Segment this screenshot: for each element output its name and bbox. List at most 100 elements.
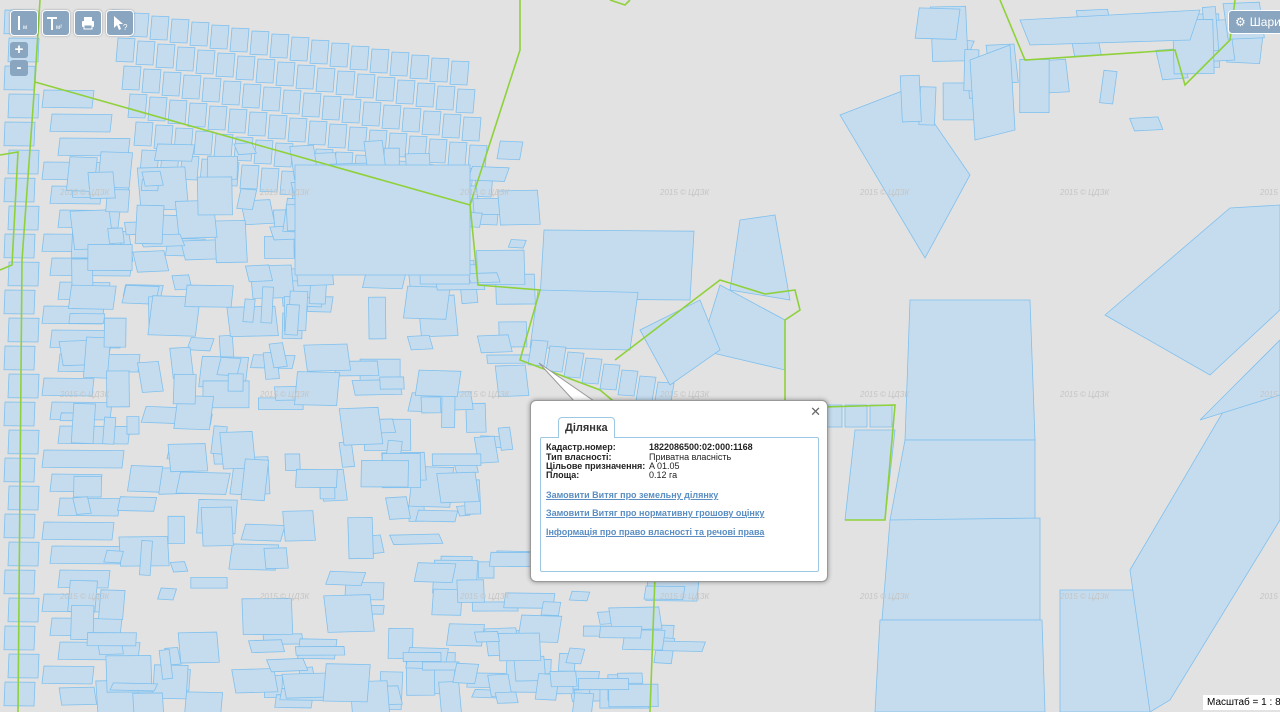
land-parcel[interactable] [69,209,115,251]
land-parcel[interactable] [395,79,416,105]
land-parcel[interactable] [441,113,462,139]
land-parcel[interactable] [375,76,396,102]
land-parcel[interactable] [347,516,374,560]
land-parcel[interactable] [322,663,371,703]
land-parcel[interactable] [301,92,322,118]
land-parcel[interactable] [289,36,310,62]
land-parcel[interactable] [461,116,482,142]
land-parcel[interactable] [49,113,113,133]
land-parcel[interactable] [127,465,164,493]
land-parcel[interactable] [7,653,40,679]
land-parcel[interactable] [282,510,316,542]
zoom-out-button[interactable]: - [10,60,28,76]
tab-parcel[interactable]: Ділянка [558,417,615,438]
land-parcel[interactable] [247,639,286,654]
land-parcel[interactable] [3,289,36,315]
land-parcel[interactable] [420,396,442,414]
land-parcel[interactable] [295,64,316,90]
land-parcel[interactable] [172,373,197,405]
land-parcel[interactable] [73,475,102,498]
land-parcel[interactable] [102,416,117,445]
land-parcel[interactable] [132,250,170,273]
land-parcel[interactable] [403,285,451,320]
land-parcel[interactable] [598,625,643,639]
land-parcel[interactable] [167,515,185,544]
land-parcel[interactable] [889,439,1036,521]
land-parcel[interactable] [58,686,98,706]
land-parcel[interactable] [41,449,125,469]
land-parcel[interactable] [294,646,346,656]
land-parcel[interactable] [247,111,268,137]
land-parcel[interactable] [3,233,36,259]
land-parcel[interactable] [429,57,450,83]
land-parcel[interactable] [413,562,457,584]
land-parcel[interactable] [549,670,578,688]
land-parcel[interactable] [421,661,460,671]
land-parcel[interactable] [577,678,630,691]
land-parcel[interactable] [86,632,137,647]
land-parcel[interactable] [295,468,338,488]
measure-length-button[interactable]: м [10,10,38,36]
land-parcel[interactable] [409,54,430,80]
land-parcel[interactable] [338,406,384,446]
land-parcel[interactable] [260,286,274,324]
land-parcel[interactable] [7,205,40,231]
land-parcel[interactable] [161,71,182,97]
land-parcel[interactable] [206,155,238,180]
land-parcel[interactable] [67,284,117,310]
land-parcel[interactable] [126,416,140,435]
land-parcel[interactable] [303,343,352,372]
cadastral-map[interactable] [0,0,1280,712]
land-parcel[interactable] [127,93,148,119]
land-parcel[interactable] [201,77,222,103]
land-parcel[interactable] [914,7,961,40]
land-parcel[interactable] [255,58,276,84]
land-parcel[interactable] [141,170,164,187]
land-parcel[interactable] [287,117,308,143]
land-parcel[interactable] [385,496,411,520]
land-parcel[interactable] [41,665,95,685]
land-parcel[interactable] [200,506,234,547]
land-parcel[interactable] [175,46,196,72]
land-parcel[interactable] [207,105,228,131]
land-parcel[interactable] [41,521,115,541]
land-parcel[interactable] [389,51,410,77]
land-parcel[interactable] [187,102,208,128]
land-parcel[interactable] [193,130,214,156]
land-parcel[interactable] [496,140,524,161]
land-parcel[interactable] [190,577,228,589]
land-parcel[interactable] [227,373,244,392]
land-parcel[interactable] [874,619,1046,712]
land-parcel[interactable] [635,375,657,403]
land-parcel[interactable] [275,61,296,87]
land-parcel[interactable] [3,345,36,371]
land-parcel[interactable] [240,458,270,502]
land-parcel[interactable] [401,107,422,133]
land-parcel[interactable] [7,373,40,399]
land-parcel[interactable] [281,89,302,115]
land-parcel[interactable] [169,561,189,573]
land-parcel[interactable] [132,692,164,712]
land-parcel[interactable] [540,601,562,616]
land-parcel[interactable] [1129,116,1164,132]
land-parcel[interactable] [449,60,470,86]
order-extract-land-link[interactable]: Замовити Витяг про земельну ділянку [546,490,718,500]
land-parcel[interactable] [309,39,330,65]
land-parcel[interactable] [414,369,462,398]
land-parcel[interactable] [1019,59,1050,114]
land-parcel[interactable] [115,37,136,63]
land-parcel[interactable] [263,547,289,570]
land-parcel[interactable] [216,356,242,377]
land-parcel[interactable] [599,363,621,391]
land-parcel[interactable] [235,55,256,81]
land-parcel[interactable] [379,376,405,390]
land-parcel[interactable] [107,227,125,244]
land-parcel[interactable] [294,371,340,406]
land-parcel[interactable] [241,83,262,109]
land-parcel[interactable] [261,86,282,112]
land-parcel[interactable] [436,471,480,504]
land-parcel[interactable] [221,80,242,106]
land-parcel[interactable] [184,284,234,308]
land-parcel[interactable] [474,631,500,643]
land-parcel[interactable] [389,533,444,545]
